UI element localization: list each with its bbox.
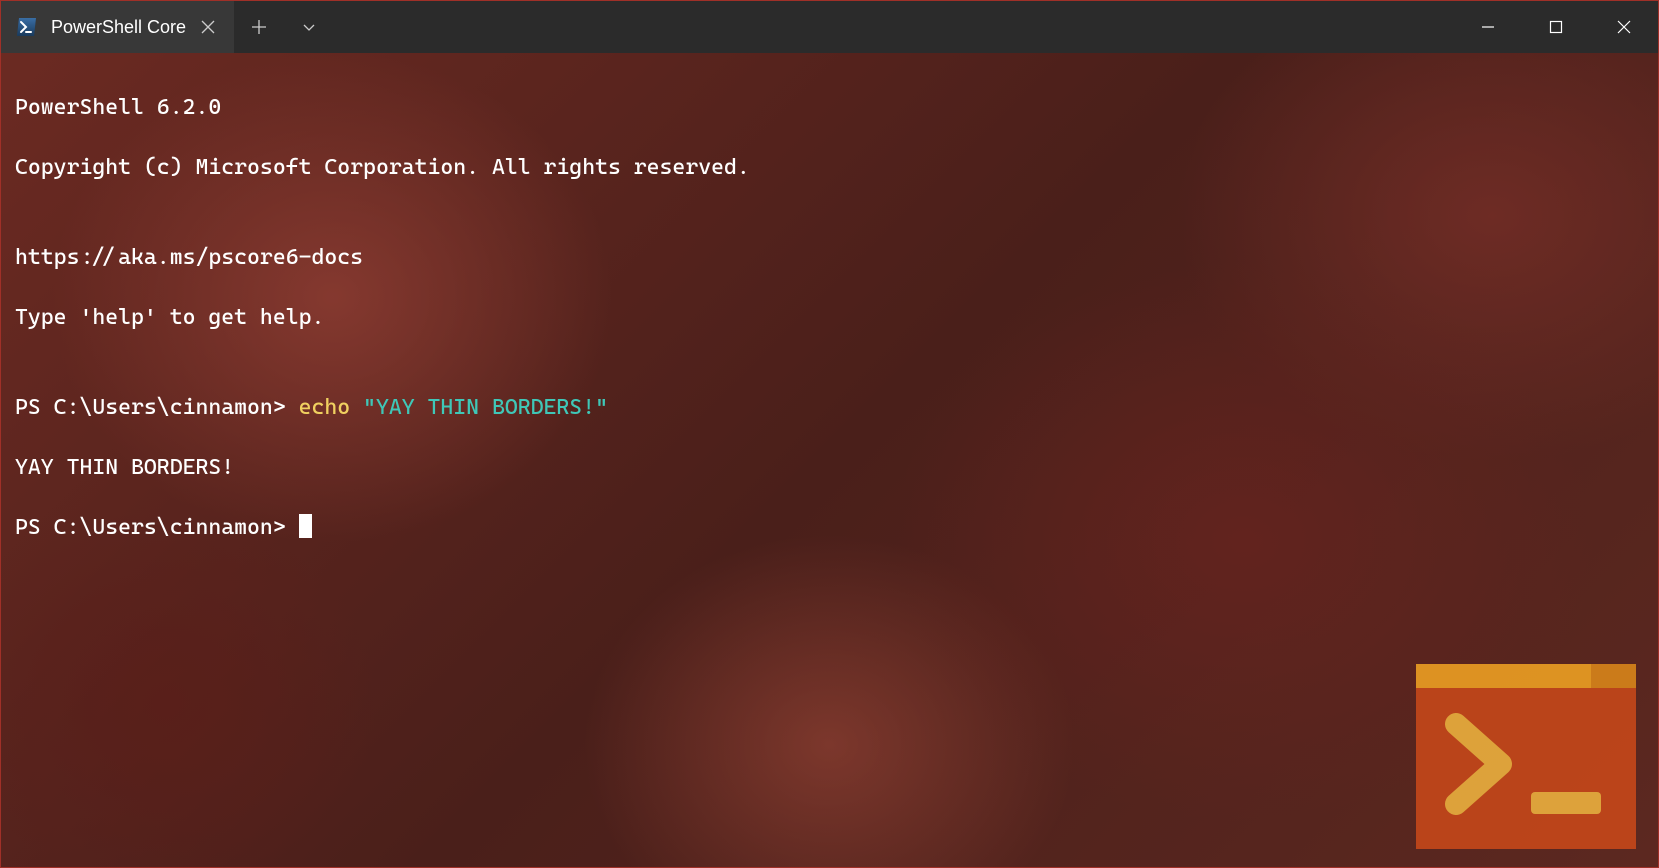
tab-powershell-core[interactable]: PowerShell Core <box>1 1 234 53</box>
maximize-button[interactable] <box>1522 1 1590 53</box>
terminal-prompt-line: PS C:\Users\cinnamon> <box>15 513 1644 543</box>
terminal-line: Copyright (c) Microsoft Corporation. All… <box>15 153 1644 183</box>
window-controls <box>1454 1 1658 53</box>
terminal-line: Type 'help' to get help. <box>15 303 1644 333</box>
close-window-button[interactable] <box>1590 1 1658 53</box>
close-tab-button[interactable] <box>198 17 218 37</box>
terminal-text: PowerShell 6.2.0 Copyright (c) Microsoft… <box>15 63 1644 603</box>
prompt: PS C:\Users\cinnamon> <box>15 515 299 540</box>
terminal-content-area[interactable]: PowerShell 6.2.0 Copyright (c) Microsoft… <box>1 53 1658 867</box>
terminal-window: PowerShell Core <box>0 0 1659 868</box>
command-name: echo <box>299 395 363 420</box>
terminal-logo-icon <box>1416 664 1636 849</box>
tab-actions <box>234 1 334 53</box>
tab-label: PowerShell Core <box>51 17 186 38</box>
terminal-line: PowerShell 6.2.0 <box>15 93 1644 123</box>
terminal-output: YAY THIN BORDERS! <box>15 453 1644 483</box>
cursor-block <box>299 514 312 538</box>
prompt: PS C:\Users\cinnamon> <box>15 395 299 420</box>
tab-dropdown-button[interactable] <box>284 1 334 53</box>
titlebar[interactable]: PowerShell Core <box>1 1 1658 53</box>
minimize-button[interactable] <box>1454 1 1522 53</box>
terminal-line: https://aka.ms/pscore6-docs <box>15 243 1644 273</box>
command-string: "YAY THIN BORDERS!" <box>363 395 608 420</box>
terminal-command-line: PS C:\Users\cinnamon> echo "YAY THIN BOR… <box>15 393 1644 423</box>
new-tab-button[interactable] <box>234 1 284 53</box>
powershell-icon <box>15 15 39 39</box>
